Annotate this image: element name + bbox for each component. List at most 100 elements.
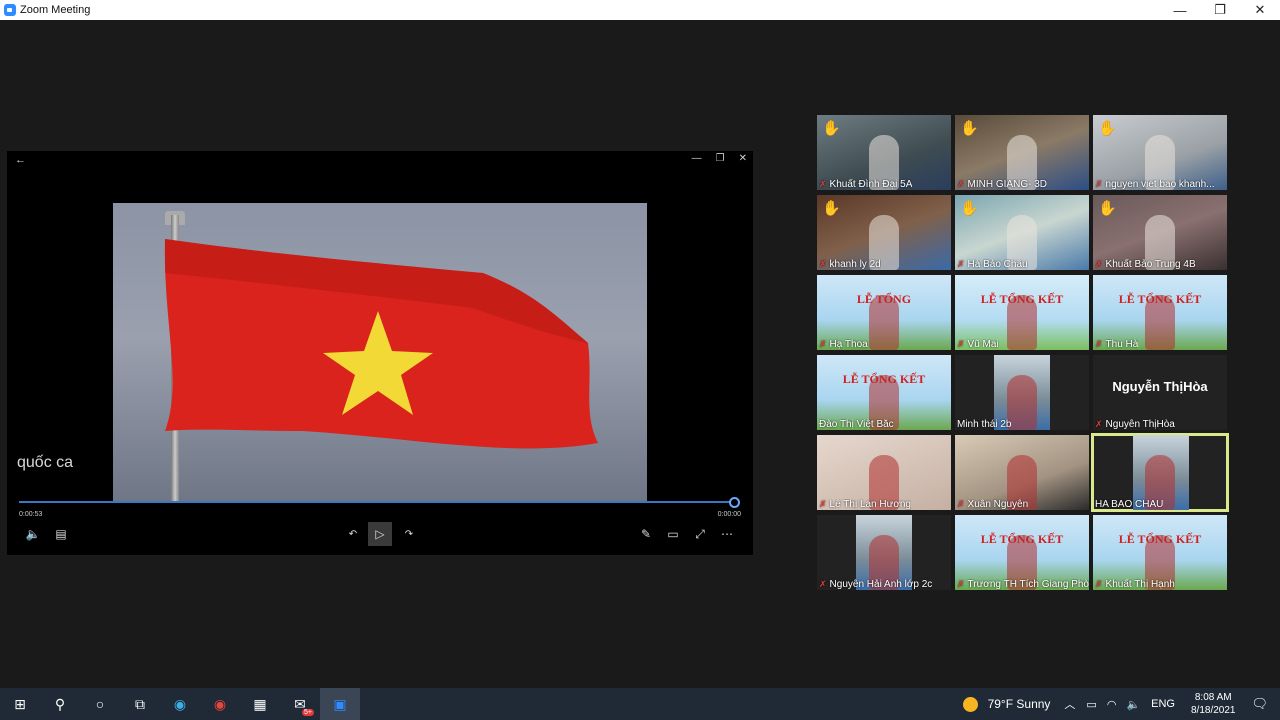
muted-mic-icon: ✗: [1095, 339, 1103, 349]
participant-name: ✗ Khuất Thị Hạnh: [1095, 579, 1175, 590]
subtitles-icon[interactable]: ▤: [51, 524, 71, 544]
participant-tile[interactable]: ✋ ✗ nguyen viet bao khanh...: [1093, 115, 1227, 190]
participant-tile[interactable]: Nguyễn ThịHòa ✗ Nguyễn ThịHòa: [1093, 355, 1227, 430]
participant-name-label: Trương TH Tích Giang Phò...: [967, 579, 1089, 590]
participant-tile[interactable]: ✋ ✗ Khuất Bảo Trung 4B: [1093, 195, 1227, 270]
muted-mic-icon: ✗: [819, 579, 827, 589]
search-icon[interactable]: ⚲: [40, 688, 80, 720]
participant-name-label: Hạ Thoa: [829, 339, 868, 350]
sun-icon: [962, 696, 978, 712]
participant-name-label: Nguyễn Hải Anh lớp 2c: [829, 579, 933, 590]
muted-mic-icon: ✗: [957, 259, 965, 269]
fullscreen-icon[interactable]: ⤢: [690, 524, 710, 544]
muted-mic-icon: ✗: [957, 499, 965, 509]
participant-name-label: Khuất Đình Đại 5A: [829, 179, 913, 190]
participant-name: ✗ Vũ Mai: [957, 339, 999, 350]
participant-tile[interactable]: LỄ TỔNG KẾT✗Trương TH Tích Giang Phò...: [955, 515, 1089, 590]
close-button[interactable]: ✕: [1240, 0, 1280, 20]
muted-mic-icon: ✗: [819, 339, 827, 349]
zoom-app-icon: [4, 4, 16, 16]
participant-name-label: Thu Hà: [1105, 339, 1139, 350]
cortana-icon[interactable]: ○: [80, 688, 120, 720]
messaging-app-icon[interactable]: ✉ 5+: [280, 688, 320, 720]
muted-mic-icon: ✗: [1095, 179, 1103, 189]
play-button[interactable]: ▷: [368, 522, 392, 546]
participant-tile[interactable]: ✋ ✗ MINH GIANG- 3D: [955, 115, 1089, 190]
zoom-taskbar-icon[interactable]: ▣: [320, 688, 360, 720]
volume-icon[interactable]: 🔈: [23, 524, 43, 544]
progress-bar[interactable]: [19, 501, 736, 503]
participant-name: ✗ Khuất Đình Đại 5A: [819, 179, 912, 190]
notifications-icon[interactable]: 🗨: [1251, 696, 1268, 712]
participant-name: ✗ Khuất Bảo Trung 4B: [1095, 259, 1196, 270]
participant-tile[interactable]: ✗ Xuân Nguyễn: [955, 435, 1089, 510]
wifi-icon[interactable]: ◠: [1107, 698, 1117, 711]
progress-knob[interactable]: [729, 497, 740, 508]
rewind-10-icon[interactable]: ↶: [343, 524, 363, 544]
participant-tile[interactable]: ✋ ✗ Khuất Đình Đại 5A: [817, 115, 951, 190]
participant-name: HA BAO CHAU: [1095, 499, 1163, 510]
participant-tile[interactable]: LỄ TỔNG✗Hạ Thoa: [817, 275, 951, 350]
participant-name-label: Hà Bảo Châu: [967, 259, 1028, 270]
weather-widget[interactable]: 79°F Sunny: [962, 696, 1051, 712]
participant-name: Minh thái 2b: [957, 419, 1011, 430]
forward-30-icon[interactable]: ↷: [399, 524, 419, 544]
muted-mic-icon: ✗: [1095, 419, 1103, 429]
participant-name: ✗ Hạ Thoa: [819, 339, 868, 350]
participant-tile[interactable]: Minh thái 2b: [955, 355, 1089, 430]
participant-tile[interactable]: LỄ TỔNG KẾT✗Khuất Thị Hạnh: [1093, 515, 1227, 590]
title-bar: Zoom Meeting — ❐ ✕: [0, 0, 1280, 20]
raised-hand-icon: ✋: [960, 120, 979, 137]
weather-text: 79°F Sunny: [987, 697, 1051, 711]
participant-tile[interactable]: ✗ Lê Thị Lan Hương: [817, 435, 951, 510]
muted-mic-icon: ✗: [819, 499, 827, 509]
participant-tile[interactable]: LỄ TỔNG KẾT✗Vũ Mai: [955, 275, 1089, 350]
participant-name: Đào Thị Việt Bắc: [819, 419, 894, 430]
video-frame-flag: [113, 203, 647, 501]
chrome-browser-icon[interactable]: ◉: [200, 688, 240, 720]
muted-mic-icon: ✗: [1095, 579, 1103, 589]
speaker-icon[interactable]: 🔈: [1126, 698, 1140, 711]
player-minimize-icon[interactable]: —: [692, 153, 702, 164]
chevron-up-icon[interactable]: ︿: [1064, 696, 1075, 712]
battery-icon[interactable]: ▭: [1086, 698, 1096, 711]
participant-tile[interactable]: ✋ ✗ khanh ly 2d: [817, 195, 951, 270]
participant-tile[interactable]: LỄ TỔNG KẾTĐào Thị Việt Bắc: [817, 355, 951, 430]
muted-mic-icon: ✗: [957, 179, 965, 189]
system-clock[interactable]: 8:08 AM 8/18/2021: [1191, 691, 1236, 717]
participant-tile[interactable]: ✋ ✗ Hà Bảo Châu: [955, 195, 1089, 270]
miniview-icon[interactable]: ▭: [663, 524, 683, 544]
player-restore-icon[interactable]: ❐: [716, 153, 725, 164]
maximize-button[interactable]: ❐: [1200, 0, 1240, 20]
participant-silhouette: [1007, 295, 1037, 350]
participant-name: ✗ Thu Hà: [1095, 339, 1138, 350]
muted-mic-icon: ✗: [819, 179, 827, 189]
muted-mic-icon: ✗: [1095, 259, 1103, 269]
participant-display-name: Nguyễn ThịHòa: [1112, 379, 1208, 394]
participant-tile[interactable]: LỄ TỔNG KẾT✗Thu Hà: [1093, 275, 1227, 350]
participant-name-label: HA BAO CHAU: [1095, 499, 1164, 510]
raised-hand-icon: ✋: [822, 200, 841, 217]
muted-mic-icon: ✗: [819, 259, 827, 269]
time-remaining: 0:00:00: [717, 511, 741, 518]
participant-name: ✗ nguyen viet bao khanh...: [1095, 179, 1215, 190]
participant-name: ✗ Nguyễn ThịHòa: [1095, 419, 1175, 430]
more-options-icon[interactable]: ⋯: [717, 524, 737, 544]
participant-tile[interactable]: HA BAO CHAU: [1091, 433, 1229, 512]
language-indicator[interactable]: ENG: [1151, 698, 1175, 710]
window-title: Zoom Meeting: [20, 4, 91, 16]
edge-browser-icon[interactable]: ◉: [160, 688, 200, 720]
windows-start-icon[interactable]: ⊞: [0, 688, 40, 720]
edit-pencil-icon[interactable]: ✎: [636, 524, 656, 544]
participant-name: ✗ Nguyễn Hải Anh lớp 2c: [819, 579, 932, 590]
participant-tile[interactable]: ✗ Nguyễn Hải Anh lớp 2c: [817, 515, 951, 590]
app-window-icon[interactable]: ▦: [240, 688, 280, 720]
back-arrow-icon[interactable]: ←: [15, 154, 26, 166]
task-view-icon[interactable]: ⧉: [120, 688, 160, 720]
minimize-button[interactable]: —: [1160, 0, 1200, 20]
player-close-icon[interactable]: ✕: [739, 153, 747, 164]
clock-date: 8/18/2021: [1190, 705, 1236, 716]
participant-name-label: Vũ Mai: [967, 339, 999, 350]
participant-name-label: Xuân Nguyễn: [967, 499, 1029, 510]
participant-name: ✗ Xuân Nguyễn: [957, 499, 1028, 510]
